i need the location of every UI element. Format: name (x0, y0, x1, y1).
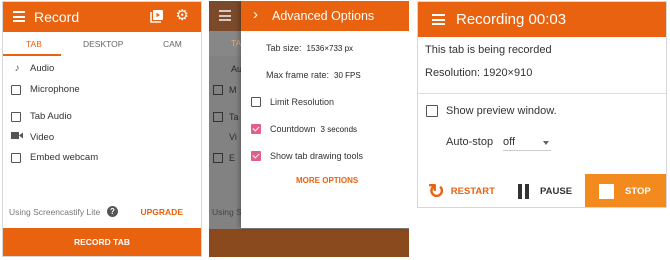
dimmed-video-label: Vi (229, 132, 237, 142)
limit-resolution-option[interactable]: Limit Resolution (251, 97, 334, 107)
record-tab-button[interactable]: RECORD TAB (3, 228, 201, 256)
autostop-label: Auto-stop (446, 136, 494, 148)
recording-controls: ↻ RESTART PAUSE STOP (418, 174, 666, 207)
dimmed-checkbox (213, 112, 223, 122)
microphone-label: Microphone (30, 84, 80, 95)
advanced-options-screen: TAB Au M Ta Vi E Using S › Advanced Opti… (209, 1, 409, 257)
recording-popup: Recording 00:03 This tab is being record… (417, 1, 667, 208)
limit-resolution-label: Limit Resolution (270, 97, 335, 107)
frame-rate-label: Max frame rate: (266, 70, 330, 80)
mode-tabs: TAB DESKTOP CAM (3, 32, 201, 57)
hamburger-icon[interactable] (13, 11, 25, 22)
drawer-header: › Advanced Options (241, 1, 409, 31)
music-note-icon: ♪ (14, 63, 20, 74)
drawer-title: Advanced Options (272, 9, 375, 23)
tab-size-label: Tab size: (266, 43, 302, 53)
preview-window-option[interactable]: Show preview window. (426, 105, 557, 117)
hamburger-icon (219, 10, 231, 21)
gear-icon[interactable]: ⚙ (176, 8, 189, 24)
autostop-select[interactable]: off (503, 131, 551, 151)
pause-icon (518, 184, 532, 199)
drawing-tools-option[interactable]: Show tab drawing tools (251, 151, 363, 161)
tab-audio-option[interactable]: Tab Audio (11, 111, 72, 122)
video-library-icon[interactable] (150, 9, 164, 23)
resolution-text: Resolution: 1920×910 (425, 67, 533, 79)
chevron-right-icon[interactable]: › (253, 6, 258, 23)
stop-label: STOP (625, 186, 651, 197)
hamburger-icon[interactable] (432, 14, 445, 25)
embed-webcam-option[interactable]: Embed webcam (11, 152, 98, 163)
divider (418, 93, 666, 94)
help-icon[interactable]: ? (107, 206, 118, 217)
pause-button[interactable]: PAUSE (518, 174, 573, 207)
tab-tab[interactable]: TAB (26, 39, 42, 49)
preview-window-checkbox[interactable] (426, 105, 438, 117)
preview-window-label: Show preview window. (446, 105, 557, 117)
record-popup: Record ⚙ TAB DESKTOP CAM ♪ Audio Microph… (2, 1, 202, 257)
dimmed-footer-text: Using S (212, 207, 242, 217)
countdown-value[interactable]: 3 seconds (321, 125, 357, 134)
restart-icon: ↻ (428, 180, 445, 203)
drawing-tools-checkbox[interactable] (251, 151, 261, 161)
dimmed-embed-label: E (229, 153, 236, 163)
audio-section-heading: ♪ Audio (11, 63, 55, 74)
frame-rate-info: Max frame rate: 30 FPS (266, 70, 361, 80)
embed-webcam-label: Embed webcam (30, 152, 99, 163)
tab-size-info: Tab size: 1536×733 px (266, 43, 353, 53)
countdown-option[interactable]: Countdown 3 seconds (251, 124, 357, 134)
tab-cam[interactable]: CAM (163, 39, 182, 49)
embed-webcam-checkbox[interactable] (11, 152, 21, 163)
more-options-link[interactable]: MORE OPTIONS (296, 176, 358, 185)
limit-resolution-checkbox[interactable] (251, 97, 261, 107)
upgrade-link[interactable]: UPGRADE (140, 207, 183, 217)
tab-audio-label: Tab Audio (30, 111, 72, 122)
restart-button[interactable]: ↻ RESTART (428, 174, 495, 207)
recording-status-text: This tab is being recorded (425, 44, 552, 56)
recording-header: Recording 00:03 (418, 2, 666, 37)
dimmed-checkbox (213, 153, 223, 163)
video-label: Video (30, 131, 55, 143)
restart-label: RESTART (450, 186, 495, 197)
microphone-option[interactable]: Microphone (11, 84, 80, 95)
dropdown-arrow-icon (543, 141, 549, 145)
microphone-checkbox[interactable] (11, 84, 21, 95)
tab-desktop[interactable]: DESKTOP (83, 39, 123, 49)
dimmed-record-bar (209, 229, 409, 257)
audio-label: Audio (30, 63, 55, 74)
recording-timer-title: Recording 00:03 (456, 11, 567, 28)
plan-status-text: Using Screencastify Lite (9, 207, 101, 217)
pause-label: PAUSE (540, 186, 573, 197)
videocam-icon (11, 131, 23, 143)
autostop-value: off (503, 136, 516, 148)
app-header: Record ⚙ (3, 2, 201, 32)
active-tab-indicator (3, 54, 61, 56)
dimmed-tab-audio-label: Ta (229, 112, 239, 122)
advanced-options-drawer: › Advanced Options Tab size: 1536×733 px… (241, 1, 409, 228)
countdown-label: Countdown (270, 124, 316, 134)
stop-icon (599, 184, 614, 199)
dimmed-mic-label: M (229, 85, 237, 95)
drawing-tools-label: Show tab drawing tools (270, 151, 364, 161)
app-title: Record (34, 9, 80, 25)
stop-button[interactable]: STOP (585, 174, 666, 207)
dimmed-checkbox (213, 85, 223, 95)
frame-rate-value: 30 FPS (334, 70, 361, 80)
tab-size-value: 1536×733 px (306, 43, 354, 53)
tab-audio-checkbox[interactable] (11, 111, 21, 122)
video-section-heading: Video (11, 131, 54, 143)
countdown-checkbox[interactable] (251, 124, 261, 134)
